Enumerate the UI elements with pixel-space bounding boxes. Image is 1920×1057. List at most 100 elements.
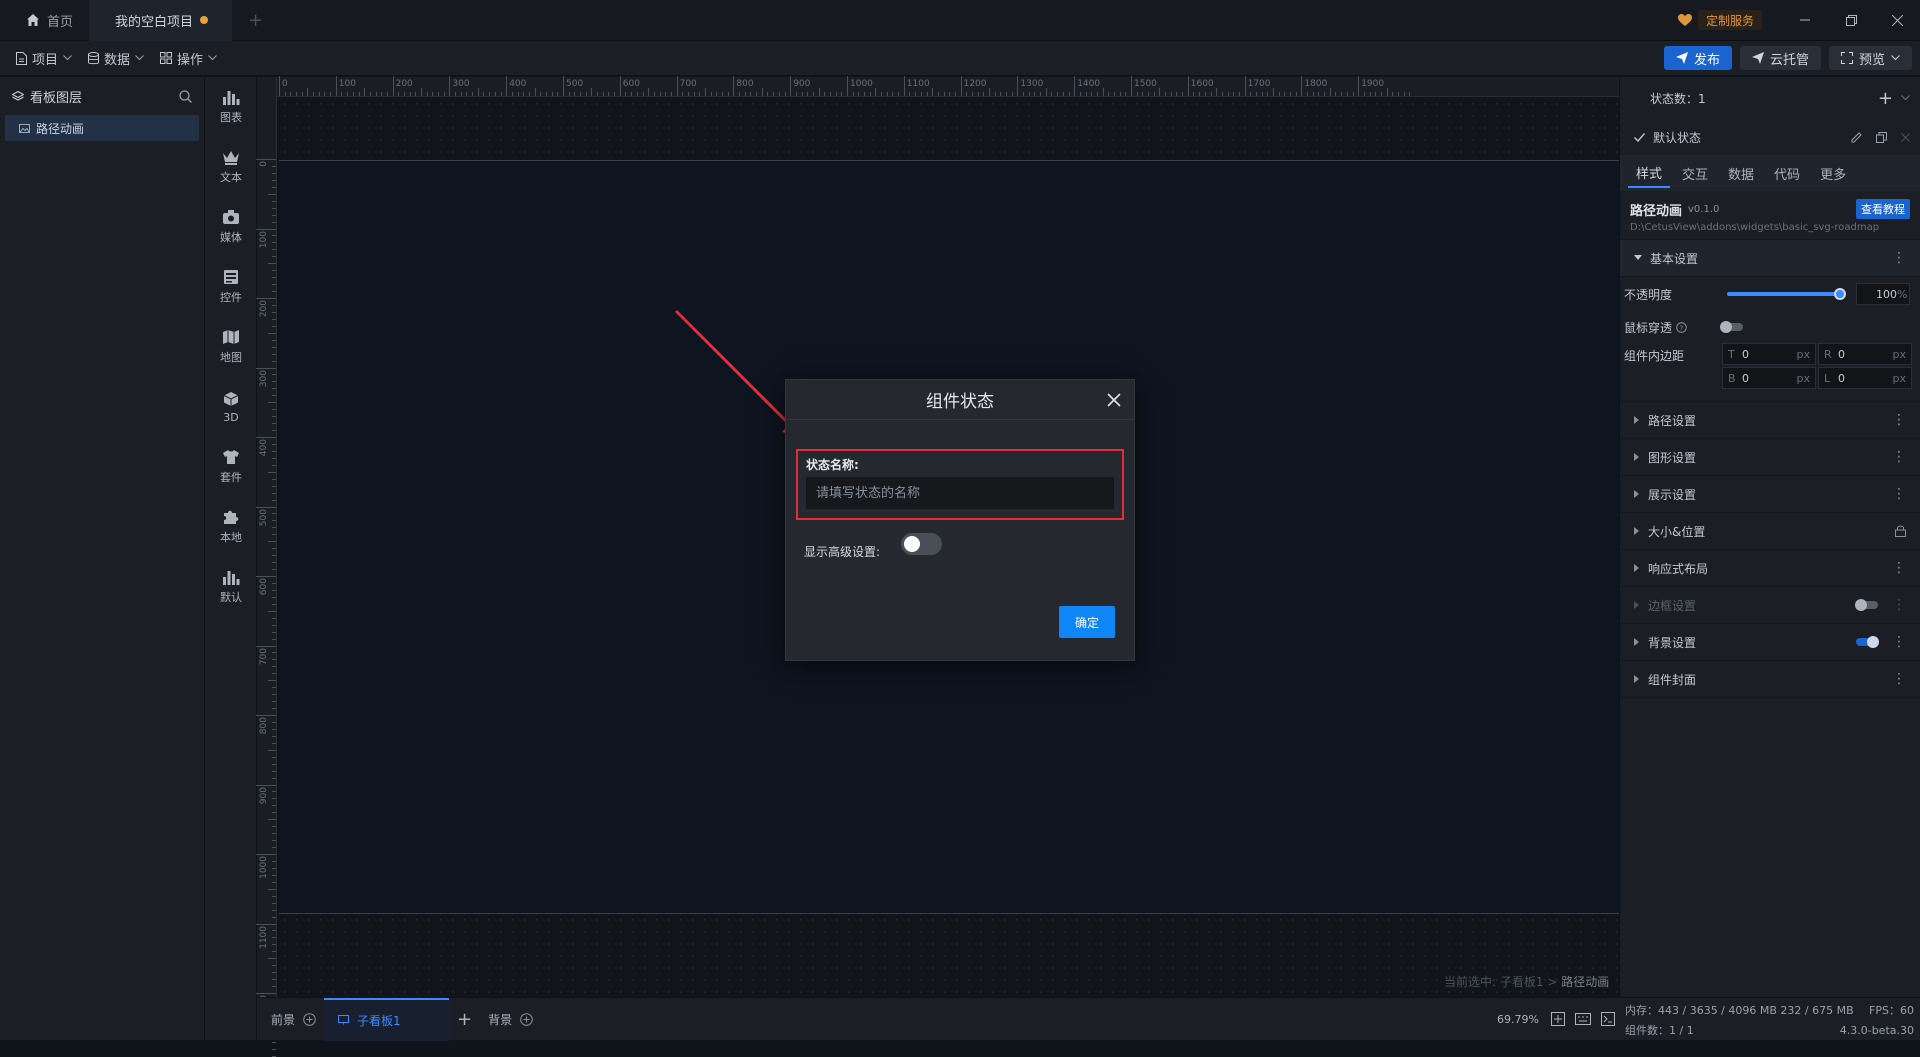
menu-project[interactable]: 项目	[8, 41, 80, 76]
ruler-tick	[256, 506, 276, 508]
ruler-tick	[989, 88, 990, 96]
custom-service-group[interactable]: 定制服务	[1677, 10, 1762, 30]
section-display[interactable]: 展示设置 ⋮	[1620, 476, 1920, 513]
custom-service-button[interactable]: 定制服务	[1697, 10, 1762, 30]
ruler-tick	[1096, 92, 1098, 96]
minimize-button[interactable]	[1782, 0, 1828, 41]
add-state-icon[interactable]: +	[1878, 88, 1893, 109]
comp-default[interactable]: 默认	[205, 557, 257, 617]
comp-text[interactable]: 文本	[205, 137, 257, 197]
help-icon[interactable]: ?	[1676, 321, 1687, 333]
comp-media[interactable]: 媒体	[205, 197, 257, 257]
preview-button[interactable]: 预览	[1828, 46, 1912, 70]
more-icon[interactable]: ⋮	[1892, 450, 1906, 464]
publish-button[interactable]: 发布	[1663, 46, 1732, 70]
menu-operation[interactable]: 操作	[152, 41, 225, 76]
padding-bottom[interactable]: B 0 px	[1722, 367, 1816, 389]
unsaved-dot	[200, 16, 209, 24]
tab-sub-board[interactable]: 子看板1	[324, 997, 450, 1041]
dialog-close-button[interactable]	[1104, 390, 1124, 410]
more-icon[interactable]: ⋮	[1892, 635, 1906, 649]
copy-icon[interactable]	[1876, 131, 1887, 143]
tab-project[interactable]: 我的空白项目	[89, 0, 233, 41]
tab-code[interactable]: 代码	[1766, 158, 1808, 188]
section-path[interactable]: 路径设置 ⋮	[1620, 402, 1920, 439]
terminal-icon[interactable]	[1601, 1012, 1615, 1026]
padding-left[interactable]: L 0 px	[1818, 367, 1912, 389]
ruler-tick	[1301, 76, 1303, 96]
tutorial-button[interactable]: 查看教程	[1856, 199, 1910, 219]
advanced-settings-label: 显示高级设置:	[804, 545, 881, 559]
section-border[interactable]: 边框设置 ⋮	[1620, 587, 1920, 624]
search-icon[interactable]	[179, 89, 192, 103]
opacity-slider[interactable]	[1727, 288, 1847, 300]
ruler-tick	[272, 979, 276, 981]
opacity-thumb[interactable]	[1834, 288, 1847, 300]
section-shape[interactable]: 图形设置 ⋮	[1620, 439, 1920, 476]
more-icon[interactable]: ⋮	[1892, 413, 1906, 427]
cloud-hosting-button[interactable]: 云托管	[1739, 46, 1821, 70]
ruler-tick	[272, 423, 276, 425]
tab-home[interactable]: 首页	[0, 0, 89, 41]
section-responsive[interactable]: 响应式布局 ⋮	[1620, 550, 1920, 587]
default-state-row[interactable]: 默认状态	[1620, 119, 1920, 155]
section-background[interactable]: 背景设置 ⋮	[1620, 624, 1920, 661]
ruler-tick	[1273, 88, 1274, 96]
close-window-button[interactable]	[1874, 0, 1920, 41]
more-icon[interactable]: ⋮	[1892, 672, 1906, 686]
more-icon[interactable]: ⋮	[1892, 598, 1906, 612]
comp-chart[interactable]: 图表	[205, 77, 257, 137]
ruler-tick	[272, 582, 276, 584]
tab-more[interactable]: 更多	[1812, 158, 1854, 188]
background-toggle[interactable]	[1856, 636, 1879, 648]
comp-chart-label: 图表	[220, 111, 242, 124]
ruler-tick	[1290, 92, 1292, 96]
chevron-down-icon[interactable]	[1901, 95, 1910, 101]
section-size-position[interactable]: 大小&位置	[1620, 513, 1920, 550]
menu-data[interactable]: 数据	[80, 41, 152, 76]
tab-foreground[interactable]: 前景	[263, 998, 324, 1041]
layer-item[interactable]: 路径动画	[5, 115, 199, 141]
padding-top[interactable]: T 0 px	[1722, 343, 1816, 365]
ruler-tick-label: 1200	[963, 79, 987, 89]
more-icon[interactable]: ⋮	[1892, 487, 1906, 501]
confirm-button[interactable]: 确定	[1059, 606, 1115, 638]
comp-kit[interactable]: 套件	[205, 437, 257, 497]
more-icon[interactable]: ⋮	[1892, 561, 1906, 575]
add-circle-icon[interactable]	[303, 1012, 316, 1026]
comp-3d[interactable]: 3D	[205, 377, 257, 437]
section-cover[interactable]: 组件封面 ⋮	[1620, 661, 1920, 698]
ruler-tick	[272, 638, 276, 640]
new-tab-button[interactable]: +	[232, 0, 279, 41]
zoom-level[interactable]: 69.79%	[1497, 1013, 1539, 1026]
section-basic[interactable]: 基本设置 ⋮	[1620, 240, 1920, 277]
ruler-tick	[1295, 92, 1297, 96]
delete-icon[interactable]	[1901, 132, 1910, 142]
component-bar: 图表 文本 媒体 控件 地图 3D 套件 本地 默认	[205, 77, 257, 1040]
add-circle-icon[interactable]	[520, 1012, 533, 1026]
restore-button[interactable]	[1828, 0, 1874, 41]
lock-icon[interactable]	[1895, 525, 1906, 537]
keyboard-icon[interactable]	[1575, 1013, 1591, 1025]
ruler-tick	[268, 819, 276, 821]
padding-right[interactable]: R 0 px	[1818, 343, 1912, 365]
ruler-tick	[971, 92, 973, 96]
tab-interaction[interactable]: 交互	[1674, 158, 1716, 188]
ruler-tick	[272, 534, 276, 536]
add-board-button[interactable]: +	[449, 998, 480, 1041]
edit-icon[interactable]	[1851, 131, 1862, 143]
comp-local[interactable]: 本地	[205, 497, 257, 557]
tab-background[interactable]: 背景	[480, 998, 541, 1041]
tab-style[interactable]: 样式	[1628, 158, 1671, 188]
ruler-tick	[272, 527, 276, 529]
comp-map[interactable]: 地图	[205, 317, 257, 377]
state-name-input[interactable]	[806, 477, 1114, 509]
more-icon[interactable]: ⋮	[1892, 251, 1906, 265]
comp-control[interactable]: 控件	[205, 257, 257, 317]
opacity-input[interactable]: 100 %	[1856, 283, 1910, 305]
tab-data[interactable]: 数据	[1720, 158, 1762, 188]
fit-screen-icon[interactable]	[1551, 1012, 1565, 1026]
border-toggle[interactable]	[1855, 599, 1878, 611]
advanced-settings-toggle[interactable]	[901, 533, 942, 555]
mouse-through-toggle[interactable]	[1720, 321, 1744, 333]
